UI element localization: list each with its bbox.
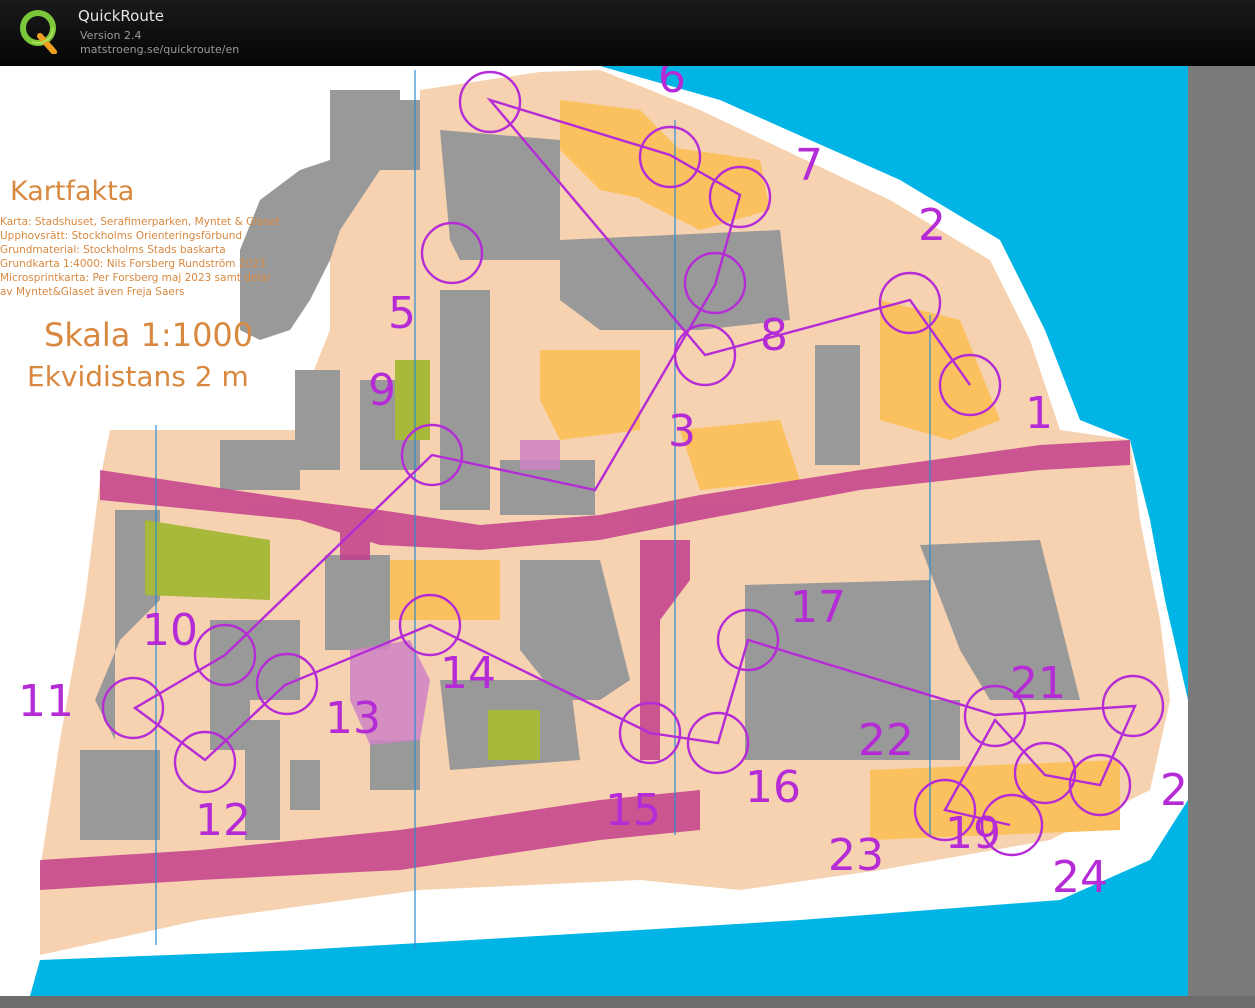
control-number: 2	[918, 200, 946, 251]
map-info-line: av Myntet&Glaset även Freja Saers	[0, 286, 185, 298]
control-number: 22	[858, 715, 914, 766]
map-scale: Skala 1:1000	[44, 316, 254, 354]
map-canvas[interactable]: 1 2 3 5 6 7 8 9 10 11 12 13 14 15 16 17 …	[0, 66, 1188, 996]
map-info-line: Upphovsrätt: Stockholms Orienteringsförb…	[0, 230, 243, 242]
app-version: Version 2.4	[80, 29, 142, 42]
bottom-scrollbar[interactable]	[0, 996, 1255, 1008]
orienteering-map[interactable]: 1 2 3 5 6 7 8 9 10 11 12 13 14 15 16 17 …	[0, 66, 1188, 996]
map-contour-interval: Ekvidistans 2 m	[27, 360, 249, 393]
right-scrollbar-panel[interactable]	[1188, 66, 1255, 996]
map-info-line: Karta: Stadshuset, Serafimerparken, Mynt…	[0, 216, 280, 228]
map-info-line: Microsprintkarta: Per Forsberg maj 2023 …	[0, 272, 272, 284]
map-info-line: Grundkarta 1:4000: Nils Forsberg Rundstr…	[0, 258, 266, 270]
control-number: 24	[1052, 852, 1108, 903]
quickroute-logo-icon	[20, 10, 57, 54]
control-number: 10	[142, 605, 198, 656]
control-number: 8	[760, 310, 788, 361]
control-number: 13	[325, 693, 381, 744]
control-number: 15	[605, 785, 661, 836]
control-number: 20	[1160, 765, 1188, 816]
control-number: 1	[1025, 388, 1053, 439]
map-info-title: Kartfakta	[10, 176, 135, 207]
control-number: 21	[1010, 658, 1066, 709]
map-info-line: Grundmaterial: Stockholms Stads baskarta	[0, 244, 226, 256]
app-url[interactable]: matstroeng.se/quickroute/en	[80, 43, 239, 56]
control-number: 6	[658, 66, 686, 103]
app-name: QuickRoute	[78, 7, 164, 25]
title-bar: QuickRoute Version 2.4 matstroeng.se/qui…	[0, 0, 1255, 67]
control-number: 19	[945, 808, 1001, 859]
control-number: 12	[195, 795, 251, 846]
control-number: 7	[795, 140, 823, 191]
control-number: 23	[828, 830, 884, 881]
control-number: 5	[388, 288, 416, 339]
control-number: 3	[668, 406, 696, 457]
control-number: 16	[745, 762, 801, 813]
control-number: 9	[368, 365, 396, 416]
control-number: 17	[790, 582, 846, 633]
control-number: 11	[18, 676, 74, 727]
control-number: 14	[440, 648, 496, 699]
